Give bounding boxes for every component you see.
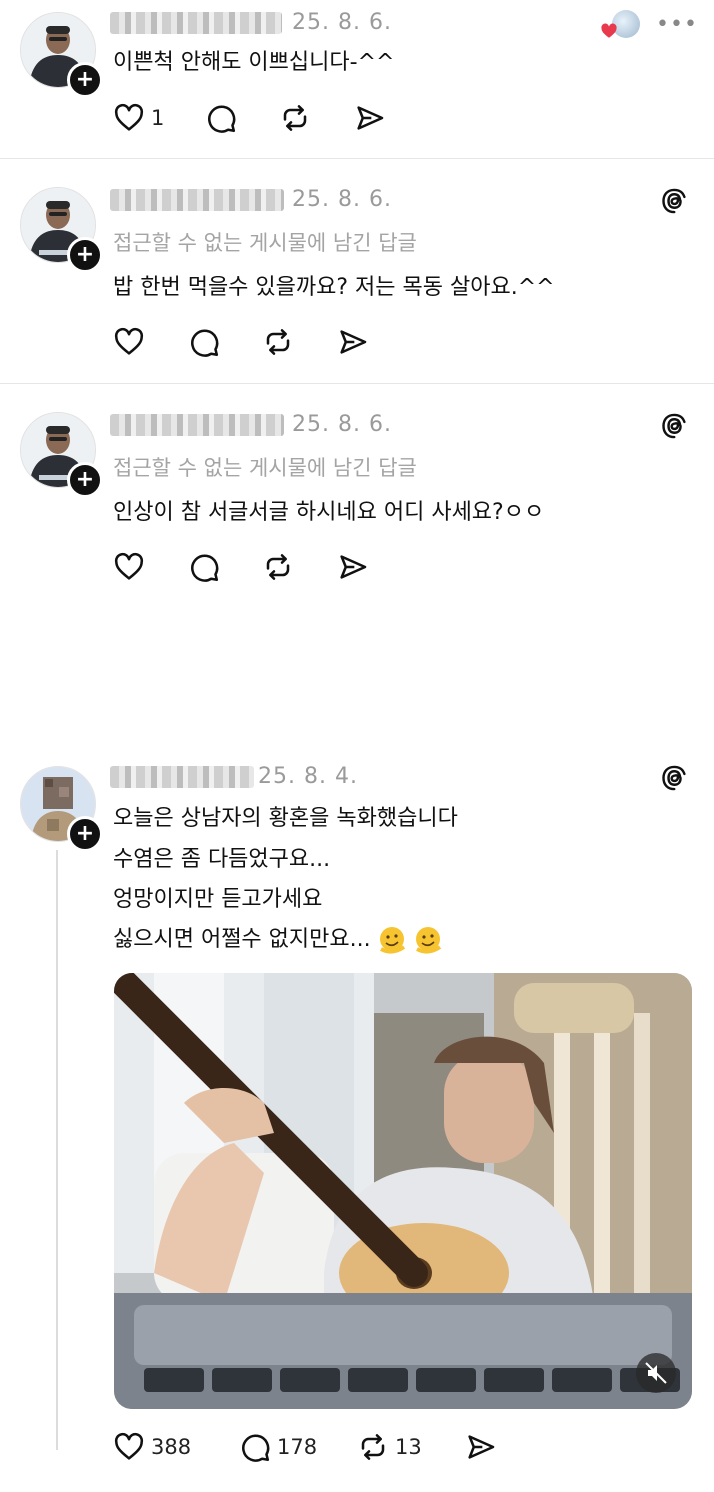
thread-connector-line: [56, 850, 58, 1450]
action-bar: [113, 550, 413, 584]
follow-plus-button[interactable]: +: [67, 816, 103, 852]
video-frame-guitar-player: [114, 973, 692, 1409]
share-button[interactable]: [465, 1430, 497, 1464]
like-count: 388: [151, 1435, 192, 1459]
blurred-username[interactable]: [110, 189, 284, 211]
reply-button[interactable]: [188, 325, 220, 359]
like-button[interactable]: [113, 325, 145, 359]
reaction-avatars: [600, 10, 644, 40]
reply-context-label: 접근할 수 없는 게시물에 남긴 답글: [113, 231, 417, 255]
threads-logo-icon[interactable]: [660, 764, 688, 792]
reply-button[interactable]: [188, 550, 220, 584]
share-button[interactable]: [354, 101, 386, 135]
speech-bubble-icon: [188, 551, 220, 583]
blurred-username[interactable]: [110, 766, 254, 788]
video-player[interactable]: [114, 973, 692, 1409]
repost-button[interactable]: [262, 550, 294, 584]
speech-bubble-icon: [205, 102, 237, 134]
threads-logo-icon[interactable]: [660, 187, 688, 215]
repost-icon: [357, 1431, 389, 1463]
send-icon: [465, 1431, 497, 1463]
repost-button[interactable]: [279, 101, 311, 135]
heart-icon: [113, 326, 145, 358]
melting-face-emoji-icon: [415, 926, 441, 954]
post-date: 25. 8. 6.: [292, 10, 392, 35]
follow-plus-button[interactable]: +: [67, 62, 103, 98]
heart-icon: [113, 551, 145, 583]
post-text-line: 수염은 좀 다듬었구요...: [113, 847, 331, 872]
action-bar: 1: [113, 101, 413, 135]
send-icon: [337, 326, 369, 358]
post-date: 25. 8. 4.: [258, 764, 358, 789]
like-button[interactable]: 388: [113, 1430, 191, 1464]
follow-plus-button[interactable]: +: [67, 462, 103, 498]
blurred-username[interactable]: [110, 414, 284, 436]
more-dots-icon[interactable]: •••: [656, 12, 698, 37]
reply-count: 178: [277, 1435, 318, 1459]
speech-bubble-icon: [239, 1431, 271, 1463]
mute-toggle-button[interactable]: [636, 1353, 676, 1393]
repost-count: 13: [395, 1435, 422, 1459]
post-1: + 25. 8. 6. ••• 이쁜척 안해도 이쁘십니다-^^ 1: [0, 0, 714, 158]
post-text: 밥 한번 먹을수 있을까요? 저는 목동 살아요.^^: [113, 275, 555, 300]
reply-button[interactable]: [205, 101, 237, 135]
repost-button[interactable]: [262, 325, 294, 359]
red-heart-icon: [601, 23, 617, 38]
like-button[interactable]: 1: [113, 101, 164, 135]
repost-button[interactable]: 13: [357, 1430, 422, 1464]
send-icon: [354, 102, 386, 134]
threads-logo-icon[interactable]: [660, 412, 688, 440]
reply-button[interactable]: 178: [239, 1430, 317, 1464]
share-button[interactable]: [337, 550, 369, 584]
post-3: + 25. 8. 6. 접근할 수 없는 게시물에 남긴 답글 인상이 참 서글…: [0, 384, 714, 744]
post-text-line: 싫으시면 어쩔수 없지만요...: [113, 927, 371, 952]
blurred-username[interactable]: [110, 12, 282, 34]
repost-icon: [262, 326, 294, 358]
share-button[interactable]: [337, 325, 369, 359]
post-date: 25. 8. 6.: [292, 187, 392, 212]
heart-icon: [113, 102, 145, 134]
melting-face-emoji-icon: [379, 926, 405, 954]
post-text-line: 엉망이지만 듣고가세요: [113, 887, 323, 912]
post-date: 25. 8. 6.: [292, 412, 392, 437]
action-bar: 388 178 13: [113, 1430, 513, 1464]
follow-plus-button[interactable]: +: [67, 237, 103, 273]
action-bar: [113, 325, 413, 359]
send-icon: [337, 551, 369, 583]
post-2: + 25. 8. 6. 접근할 수 없는 게시물에 남긴 답글 밥 한번 먹을수…: [0, 159, 714, 383]
repost-icon: [279, 102, 311, 134]
post-text-line: 오늘은 상남자의 황혼을 녹화했습니다: [113, 806, 458, 831]
post-text: 인상이 참 서글서글 하시네요 어디 사세요?ㅇㅇ: [113, 500, 545, 525]
heart-icon: [113, 1431, 145, 1463]
like-button[interactable]: [113, 550, 145, 584]
muted-speaker-icon: [645, 1362, 667, 1384]
reply-context-label: 접근할 수 없는 게시물에 남긴 답글: [113, 456, 417, 480]
post-text: 이쁜척 안해도 이쁘십니다-^^: [113, 50, 395, 75]
speech-bubble-icon: [188, 326, 220, 358]
like-count: 1: [151, 106, 165, 130]
post-text-line-with-emoji: 싫으시면 어쩔수 없지만요...: [113, 921, 443, 958]
repost-icon: [262, 551, 294, 583]
